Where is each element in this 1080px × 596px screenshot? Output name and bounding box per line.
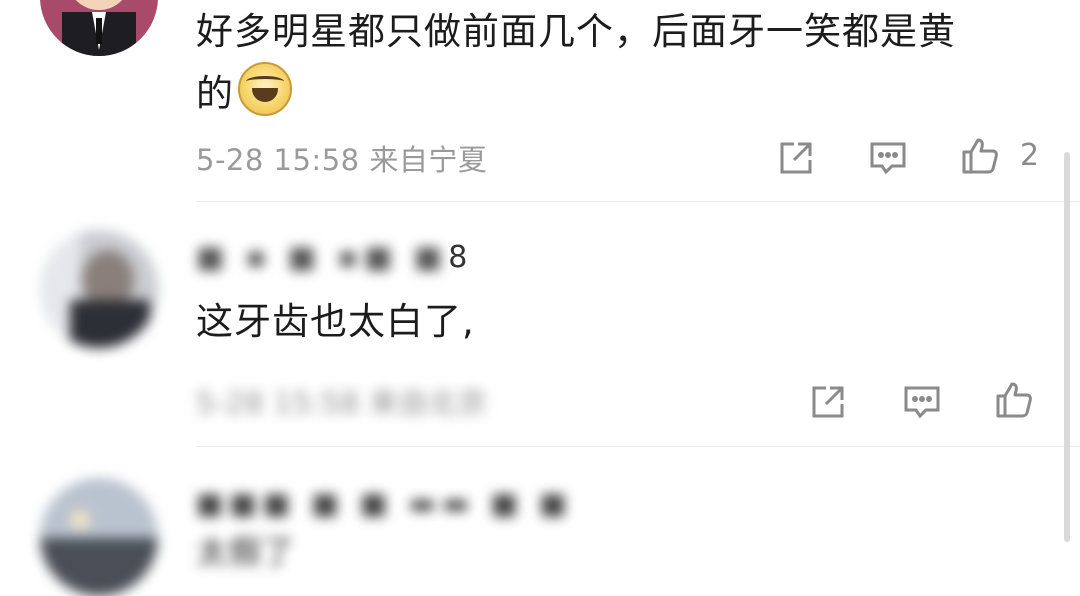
username[interactable]: ■ ▪ ■ ▪■ ■8	[196, 240, 468, 275]
comment-text-2: 的	[196, 62, 292, 124]
avatar[interactable]	[40, 230, 158, 348]
comment-meta-blurred: 5-28 15:58 来自北京	[196, 386, 488, 420]
laugh-cry-emoji-icon	[238, 62, 292, 116]
comment-text: 这牙齿也太白了,	[196, 300, 475, 343]
comment-text: 好多明星都只做前面几个，后面牙一笑都是黄	[196, 2, 956, 62]
comment-text-line1: 好多明星都只做前面几个，后面牙一笑都是黄	[196, 10, 956, 53]
reply-icon	[870, 142, 906, 175]
like-count: 2	[1020, 138, 1040, 173]
divider	[196, 201, 1080, 202]
reply-button[interactable]	[866, 136, 910, 180]
username-visible-tail: 8	[448, 240, 468, 275]
thumbs-up-icon	[996, 382, 1032, 418]
username-blurred[interactable]: ■■■ ■ ■ ▬▬ ■ ■	[196, 486, 573, 520]
comment-meta: 5-28 15:58 来自宁夏	[196, 143, 488, 177]
thumbs-up-icon	[962, 138, 998, 174]
scrollbar[interactable]	[1064, 152, 1070, 542]
divider	[196, 446, 1080, 447]
share-icon	[780, 142, 812, 174]
comment-1: 好多明星都只做前面几个，后面牙一笑都是黄 的 5-28 15:58 来自宁夏 2	[0, 0, 1080, 200]
reply-icon	[904, 386, 940, 419]
comment-text-line2: 的	[196, 72, 234, 115]
avatar[interactable]	[40, 0, 158, 56]
share-icon	[812, 386, 844, 418]
reply-button[interactable]	[900, 380, 944, 424]
like-button[interactable]	[992, 378, 1036, 422]
like-button[interactable]	[958, 134, 1002, 178]
share-button[interactable]	[806, 380, 850, 424]
username-blurred: ■ ▪ ■ ▪■ ■	[196, 240, 449, 275]
share-button[interactable]	[774, 136, 818, 180]
avatar[interactable]	[40, 478, 158, 596]
comment-text-partial: 太假了	[196, 533, 296, 571]
